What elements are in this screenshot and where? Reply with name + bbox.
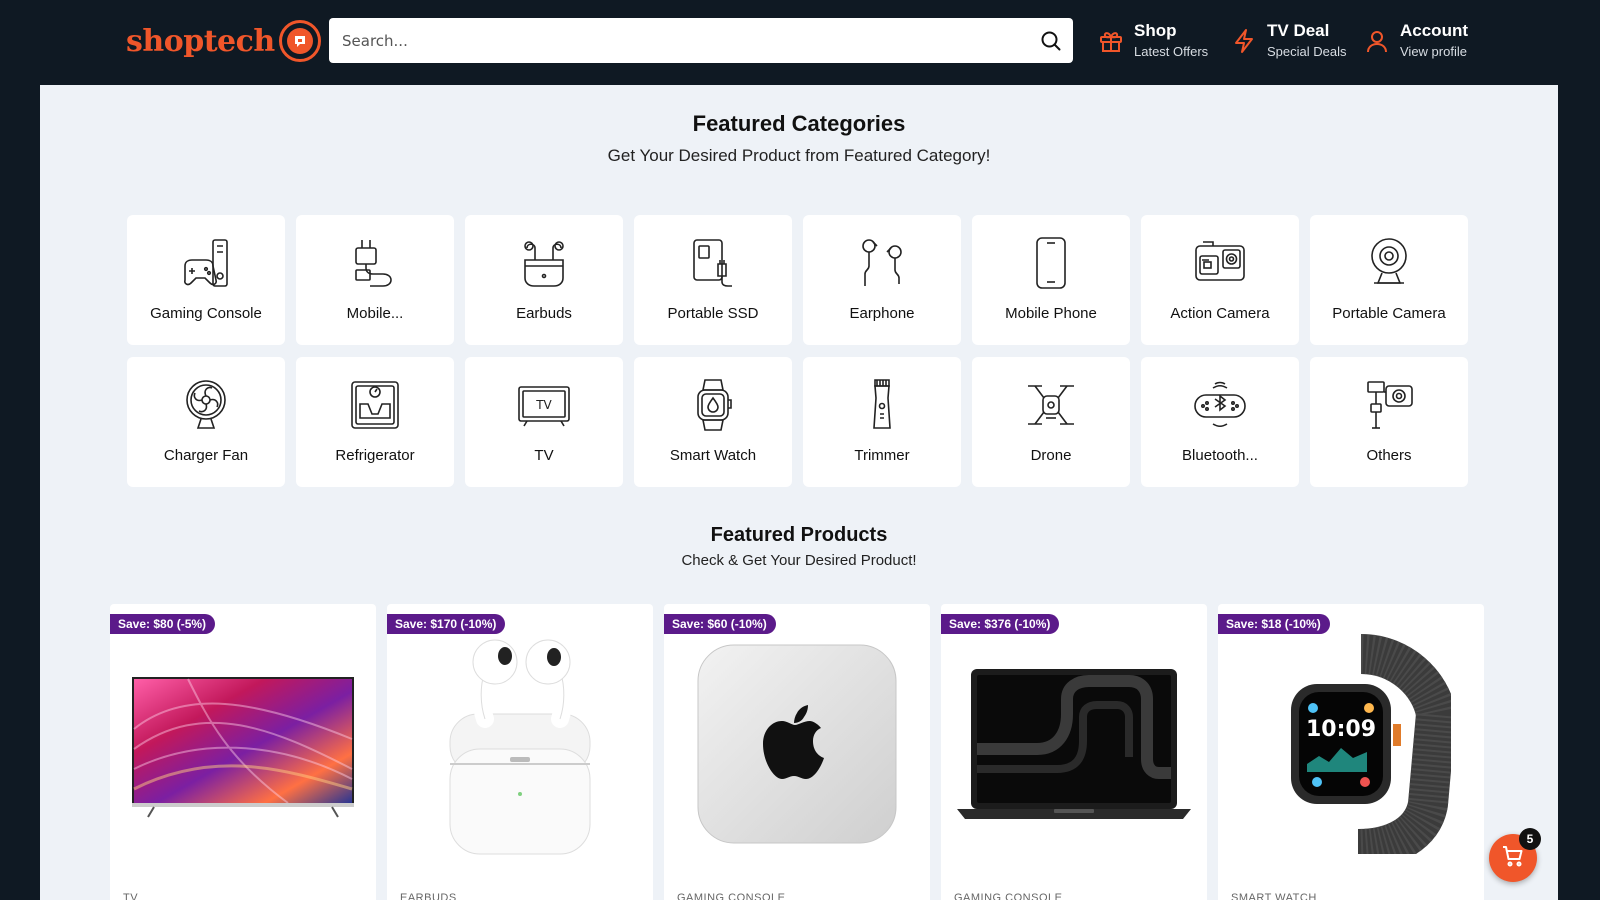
category-card[interactable]: Bluetooth...	[1141, 357, 1299, 487]
logo-cart-icon	[278, 20, 321, 62]
bluetooth-speaker-icon	[1192, 377, 1248, 433]
products-subtitle: Check & Get Your Desired Product!	[681, 552, 917, 569]
category-card[interactable]: Portable Camera	[1310, 215, 1468, 345]
earbuds-image[interactable]	[387, 624, 653, 864]
product-card[interactable]: Save: $170 (-10%) EARBUDS	[387, 604, 653, 900]
drone-icon	[1023, 377, 1079, 433]
search-bar	[329, 18, 1073, 63]
product-card[interactable]: Save: $376 (-10%) GAMING CONSOLE	[941, 604, 1207, 900]
search-icon[interactable]	[1029, 18, 1073, 63]
portable-camera-icon	[1361, 235, 1417, 291]
category-card[interactable]: Trimmer	[803, 357, 961, 487]
nav-tv-deal[interactable]: TV Deal Special Deals	[1229, 20, 1347, 62]
category-card[interactable]: Gaming Console	[127, 215, 285, 345]
category-label: Bluetooth...	[1182, 447, 1258, 464]
cart-count-badge: 5	[1519, 828, 1541, 850]
category-label: Smart Watch	[669, 447, 757, 464]
category-card[interactable]: TV TV	[465, 357, 623, 487]
category-grid: Gaming Console Mobile... Earbuds Portabl…	[127, 215, 1471, 487]
nav-shop[interactable]: Shop Latest Offers	[1096, 20, 1208, 62]
category-label: Refrigerator	[335, 447, 415, 464]
category-label: Mobile...	[346, 305, 404, 322]
earphone-icon	[854, 235, 910, 291]
category-card[interactable]: Action Camera	[1141, 215, 1299, 345]
cart-icon	[1501, 844, 1525, 872]
product-category: TV	[123, 892, 139, 900]
refrigerator-icon	[347, 377, 403, 433]
trimmer-icon	[854, 377, 910, 433]
category-card[interactable]: Charger Fan	[127, 357, 285, 487]
category-label: Action Camera	[1170, 305, 1270, 322]
product-category: GAMING CONSOLE	[954, 892, 1063, 900]
main-content: Featured Categories Get Your Desired Pro…	[40, 85, 1558, 900]
discount-badge: Save: $376 (-10%)	[941, 614, 1060, 634]
category-card[interactable]: Refrigerator	[296, 357, 454, 487]
svg-text:10:09: 10:09	[1306, 717, 1376, 742]
smartwatch-image[interactable]: 10:09	[1218, 624, 1484, 864]
mobile-charger-icon	[347, 235, 403, 291]
nav-tv-deal-title: TV Deal	[1267, 21, 1330, 40]
site-header: shoptech Shop Latest Offers TV Deal Spec…	[40, 0, 1558, 85]
svg-text:TV: TV	[535, 398, 552, 412]
nav-account-subtitle: View profile	[1400, 44, 1467, 59]
tv-image[interactable]	[110, 624, 376, 864]
category-label: Earbuds	[516, 305, 572, 322]
smart-watch-icon	[685, 377, 741, 433]
tv-icon: TV	[516, 377, 572, 433]
category-label: Others	[1366, 447, 1412, 464]
category-card[interactable]: Mobile...	[296, 215, 454, 345]
category-card[interactable]: Earphone	[803, 215, 961, 345]
category-label: Earphone	[849, 305, 915, 322]
product-card[interactable]: Save: $60 (-10%) GAMING CONSOLE	[664, 604, 930, 900]
category-label: Trimmer	[854, 447, 910, 464]
portable-ssd-icon	[685, 235, 741, 291]
category-card[interactable]: Portable SSD	[634, 215, 792, 345]
user-icon	[1362, 26, 1392, 56]
categories-subtitle: Get Your Desired Product from Featured C…	[607, 146, 991, 165]
site-logo[interactable]: shoptech	[126, 18, 321, 64]
category-label: Charger Fan	[163, 447, 249, 464]
product-category: EARBUDS	[400, 892, 457, 900]
category-label: Portable SSD	[667, 305, 759, 322]
category-label: TV	[534, 447, 554, 464]
nav-shop-title: Shop	[1134, 21, 1177, 40]
product-card[interactable]: Save: $80 (-5%) TV	[110, 604, 376, 900]
fan-icon	[178, 377, 234, 433]
mac-mini-image[interactable]	[664, 624, 930, 864]
categories-title: Featured Categories	[692, 111, 906, 136]
category-card[interactable]: Earbuds	[465, 215, 623, 345]
gift-icon	[1096, 26, 1126, 56]
logo-text: shoptech	[126, 23, 275, 59]
category-card[interactable]: Mobile Phone	[972, 215, 1130, 345]
products-title: Featured Products	[710, 524, 888, 546]
action-camera-icon	[1192, 235, 1248, 291]
category-card[interactable]: Others	[1310, 357, 1468, 487]
earbuds-icon	[516, 235, 572, 291]
discount-badge: Save: $80 (-5%)	[110, 614, 216, 634]
product-row: Save: $80 (-5%) TV Save: $170 (-10%) EAR…	[110, 604, 1490, 900]
laptop-image[interactable]	[941, 624, 1207, 864]
category-card[interactable]: Smart Watch	[634, 357, 792, 487]
nav-tv-deal-subtitle: Special Deals	[1267, 44, 1347, 59]
gaming-console-icon	[178, 235, 234, 291]
search-input[interactable]	[329, 18, 1029, 63]
discount-badge: Save: $170 (-10%)	[387, 614, 506, 634]
discount-badge: Save: $60 (-10%)	[664, 614, 776, 634]
discount-badge: Save: $18 (-10%)	[1218, 614, 1330, 634]
nav-account-title: Account	[1400, 21, 1468, 40]
product-category: SMART WATCH	[1231, 892, 1317, 900]
product-category: GAMING CONSOLE	[677, 892, 786, 900]
nav-account[interactable]: Account View profile	[1362, 20, 1468, 62]
category-label: Gaming Console	[150, 305, 262, 322]
category-label: Mobile Phone	[1005, 305, 1097, 322]
category-card[interactable]: Drone	[972, 357, 1130, 487]
product-card[interactable]: Save: $18 (-10%) 10:09 SMART WATCH	[1218, 604, 1484, 900]
category-label: Drone	[1030, 447, 1072, 464]
category-label: Portable Camera	[1332, 305, 1446, 322]
others-icon	[1361, 377, 1417, 433]
mobile-phone-icon	[1023, 235, 1079, 291]
lightning-icon	[1229, 26, 1259, 56]
nav-shop-subtitle: Latest Offers	[1134, 44, 1209, 59]
